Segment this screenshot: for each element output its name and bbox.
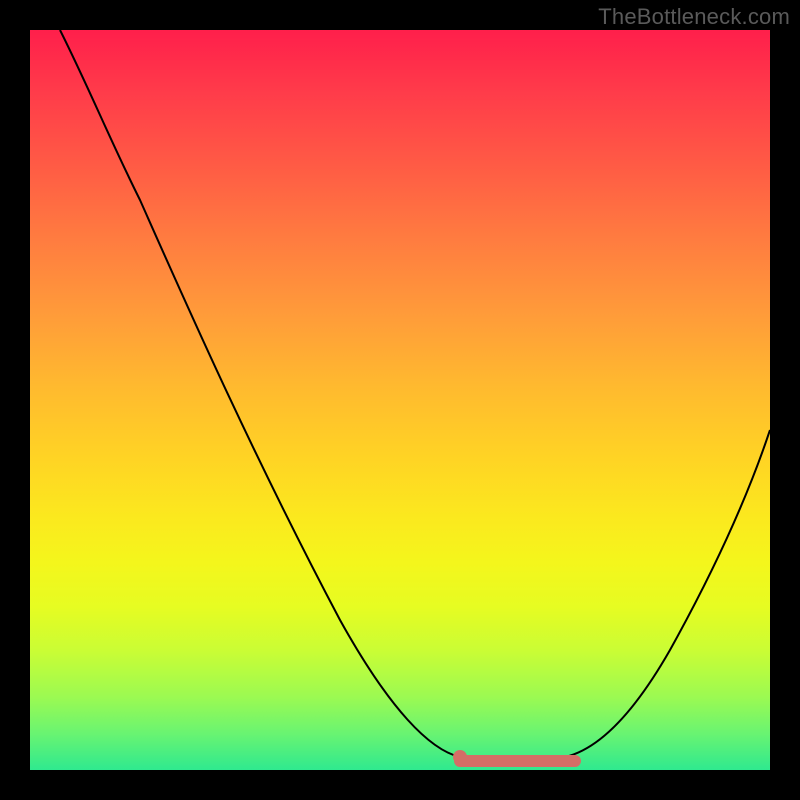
watermark-text: TheBottleneck.com: [598, 4, 790, 30]
chart-svg: [30, 30, 770, 770]
bottleneck-curve: [60, 30, 770, 757]
optimal-start-dot: [453, 750, 467, 764]
chart-frame: TheBottleneck.com: [0, 0, 800, 800]
plot-area: [30, 30, 770, 770]
